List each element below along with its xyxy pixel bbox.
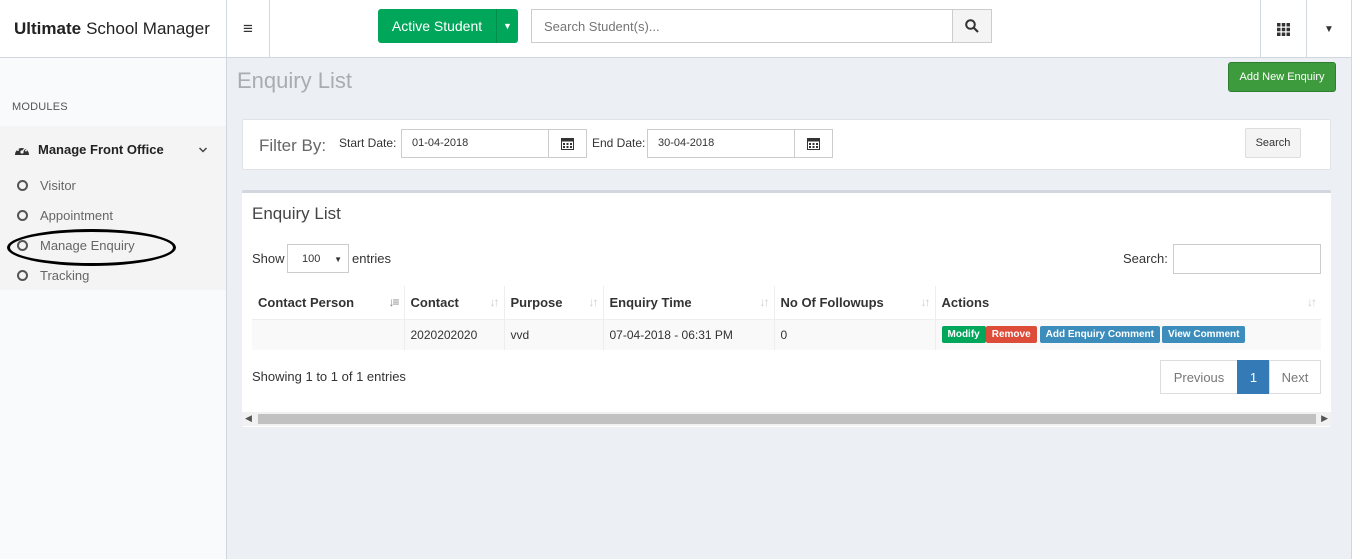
calendar-icon (807, 138, 820, 150)
column-header-actions[interactable]: Actions ↓↑ (934, 286, 1321, 320)
sidebar-item-label: Visitor (40, 177, 76, 193)
modify-button[interactable]: Modify (941, 326, 986, 344)
sidebar-item-appointment[interactable]: Appointment (17, 205, 113, 225)
pagination: Previous 1 Next (1160, 360, 1321, 394)
user-menu-dropdown[interactable]: ▼ (1306, 0, 1351, 58)
view-comment-button[interactable]: View Comment (1161, 326, 1246, 344)
end-date-calendar-button[interactable] (794, 129, 833, 158)
enquiry-list-panel: Enquiry List Show 100 ▼ entries Search: … (242, 190, 1331, 427)
table-search-label: Search: (1123, 251, 1168, 266)
caret-down-icon: ▼ (334, 255, 342, 264)
add-enquiry-comment-button[interactable]: Add Enquiry Comment (1039, 326, 1160, 344)
cell-followups: 0 (773, 319, 935, 350)
top-navbar: Ultimate School Manager ≡ Active Student… (0, 0, 1358, 58)
menu-title: Manage Front Office (38, 141, 164, 157)
column-header-contact-person[interactable]: Contact Person ↓≡ (252, 286, 404, 320)
end-date-label: End Date: (592, 136, 646, 150)
cell-enquiry-time: 07-04-2018 - 06:31 PM (602, 319, 774, 350)
sort-icon: ↓↑ (489, 295, 500, 309)
modules-heading: MODULES (12, 101, 68, 113)
table-row: 2020202020 vvd 07-04-2018 - 06:31 PM 0 M… (252, 319, 1321, 350)
student-search-button[interactable] (952, 9, 992, 43)
cell-purpose: vvd (503, 319, 603, 350)
pagination-next[interactable]: Next (1269, 360, 1321, 394)
start-date-label: Start Date: (339, 136, 397, 150)
table-info: Showing 1 to 1 of 1 entries (252, 369, 406, 384)
search-icon (965, 19, 979, 33)
pagination-previous[interactable]: Previous (1160, 360, 1238, 394)
circle-icon (17, 269, 28, 281)
hamburger-icon: ≡ (243, 19, 253, 38)
cell-contact: 2020202020 (403, 319, 504, 350)
page-title: Enquiry List (237, 68, 352, 93)
window-edge (1351, 0, 1358, 559)
show-label: Show (252, 251, 285, 266)
sidebar-item-label: Tracking (40, 267, 90, 283)
caret-down-icon[interactable]: ▼ (496, 9, 518, 43)
sort-icon: ↓↑ (1307, 295, 1317, 309)
chevron-down-icon (198, 142, 208, 157)
sidebar-toggle-button[interactable]: ≡ (227, 0, 270, 58)
scrollbar-thumb[interactable] (258, 414, 1316, 424)
dashboard-icon (14, 143, 30, 156)
start-date-input[interactable]: 01-04-2018 (401, 129, 549, 158)
column-header-contact[interactable]: Contact ↓↑ (403, 286, 504, 320)
brand-rest: School Manager (86, 19, 210, 38)
filter-search-button[interactable]: Search (1245, 128, 1301, 158)
column-header-enquiry-time[interactable]: Enquiry Time ↓↑ (602, 286, 774, 320)
sidebar-item-visitor[interactable]: Visitor (17, 175, 76, 195)
horizontal-scrollbar[interactable]: ◀ ▶ (242, 412, 1331, 426)
grid-icon (1277, 22, 1290, 36)
sort-icon: ↓↑ (920, 295, 931, 309)
highlight-ellipse-annotation (7, 229, 176, 266)
calendar-icon (561, 138, 574, 150)
sort-icon: ↓↑ (588, 295, 599, 309)
end-date-input[interactable]: 30-04-2018 (647, 129, 795, 158)
start-date-calendar-button[interactable] (548, 129, 587, 158)
column-header-purpose[interactable]: Purpose ↓↑ (503, 286, 603, 320)
student-search-input[interactable] (531, 9, 953, 43)
table-search-input[interactable] (1173, 244, 1321, 274)
brand-bold: Ultimate (14, 19, 82, 38)
sort-icon: ↓↑ (759, 295, 770, 309)
sort-asc-icon: ↓≡ (388, 295, 399, 309)
scroll-left-icon[interactable]: ◀ (245, 413, 252, 424)
app-brand[interactable]: Ultimate School Manager (0, 0, 227, 58)
cell-actions: Modify Remove Add Enquiry Comment View Comm… (934, 319, 1321, 350)
remove-button[interactable]: Remove (985, 326, 1037, 344)
list-title: Enquiry List (252, 204, 341, 223)
filter-panel: Filter By: Start Date: 01-04-2018 End Da… (242, 119, 1331, 170)
circle-icon (17, 209, 28, 221)
page-length-select[interactable]: 100 ▼ (287, 244, 349, 273)
active-student-label: Active Student (391, 18, 483, 34)
active-student-dropdown[interactable]: Active Student ▼ (378, 9, 518, 43)
apps-grid-button[interactable] (1260, 0, 1306, 58)
circle-icon (17, 179, 28, 191)
entries-label: entries (352, 251, 392, 266)
column-header-followups[interactable]: No Of Followups ↓↑ (773, 286, 935, 320)
sidebar-item-label: Appointment (40, 207, 113, 223)
menu-manage-front-office[interactable]: Manage Front Office (14, 139, 214, 159)
enquiry-table: Contact Person ↓≡ Contact ↓↑ Purpose ↓↑ Enq… (252, 286, 1321, 350)
caret-down-icon: ▼ (1324, 23, 1334, 35)
pagination-page-1[interactable]: 1 (1237, 360, 1270, 394)
cell-contact-person (252, 319, 404, 350)
scroll-right-icon[interactable]: ▶ (1321, 413, 1328, 424)
sidebar-item-tracking[interactable]: Tracking (17, 265, 89, 285)
filter-label: Filter By: (259, 136, 327, 155)
table-header-row: Contact Person ↓≡ Contact ↓↑ Purpose ↓↑ Enq… (252, 286, 1321, 320)
add-new-enquiry-button[interactable]: Add New Enquiry (1228, 62, 1336, 92)
sidebar: MODULES Manage Front Office Visitor Appo… (0, 58, 227, 559)
page-length-value: 100 (302, 253, 321, 265)
